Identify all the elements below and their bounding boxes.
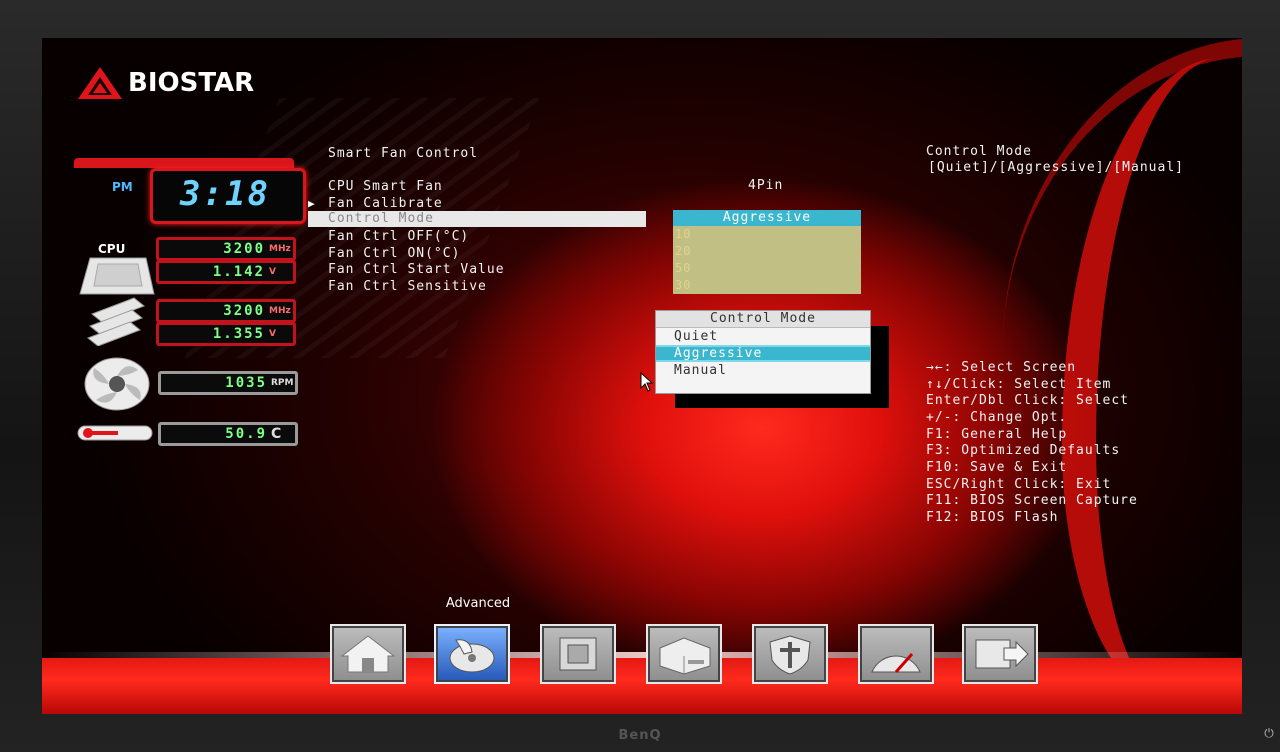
nav-chipset-button[interactable] xyxy=(540,624,616,684)
menu-item-fan-ctrl-off[interactable]: Fan Ctrl OFF(°C) xyxy=(328,229,469,244)
biostar-logo-icon xyxy=(78,67,122,99)
section-title: Smart Fan Control xyxy=(328,146,479,161)
active-nav-label: Advanced xyxy=(445,596,511,611)
help-key-esc: ESC/Right Click: Exit xyxy=(926,477,1112,492)
memory-voltage-unit: V xyxy=(269,329,276,339)
help-item-options: [Quiet]/[Aggressive]/[Manual] xyxy=(928,160,1184,175)
cpu-label: CPU xyxy=(98,242,126,256)
power-icon[interactable]: ⏻ xyxy=(1262,726,1276,740)
cpu-voltage-readout: 1.142 V xyxy=(156,260,296,284)
menu-item-label: Control Mode xyxy=(328,211,434,226)
save-exit-icon xyxy=(975,639,1029,669)
nav-advanced-button[interactable] xyxy=(434,624,510,684)
values-box: Aggressive 10 20 50 30 xyxy=(673,210,861,294)
memory-frequency-value: 3200 xyxy=(223,303,265,319)
cpu-voltage-value: 1.142 xyxy=(212,264,265,280)
boot-icon xyxy=(659,637,711,675)
cpu-chip-icon xyxy=(79,257,155,295)
help-key-f10: F10: Save & Exit xyxy=(926,460,1068,475)
submenu-arrow-icon: ▶ xyxy=(308,197,315,210)
help-key-f12: F12: BIOS Flash xyxy=(926,510,1059,525)
fan-ctrl-start-value-value[interactable]: 50 xyxy=(673,260,861,277)
temperature-readout: 50.9 C xyxy=(158,422,298,446)
logo-text: BIOSTAR xyxy=(128,68,255,98)
memory-frequency-readout: 3200 MHz xyxy=(156,299,296,323)
chipset-icon xyxy=(559,637,597,671)
bios-screen: BIOSTAR PM 3:18 CPU 3200 MHz 1.142 V 320… xyxy=(42,38,1242,714)
ampm-indicator: PM xyxy=(112,180,133,194)
memory-voltage-readout: 1.355 V xyxy=(156,322,296,346)
help-key-select-item: ↑↓/Click: Select Item xyxy=(926,377,1112,392)
advanced-icon xyxy=(449,639,495,673)
nav-security-button[interactable] xyxy=(752,624,828,684)
cpu-voltage-unit: V xyxy=(269,267,276,277)
popup-title: Control Mode xyxy=(656,311,870,328)
temperature-value: 50.9 xyxy=(225,426,267,442)
biostar-logo: BIOSTAR xyxy=(78,66,254,100)
monitor-brand: BenQ xyxy=(618,728,662,743)
security-icon xyxy=(769,635,811,675)
clock-time: 3:18 xyxy=(180,174,270,214)
cpu-frequency-unit: MHz xyxy=(269,244,291,254)
fan-speed-unit: RPM xyxy=(271,378,294,388)
nav-home-button[interactable] xyxy=(330,624,406,684)
memory-voltage-value: 1.355 xyxy=(212,326,265,342)
popup-option-quiet[interactable]: Quiet xyxy=(656,328,870,345)
help-key-f3: F3: Optimized Defaults xyxy=(926,443,1121,458)
control-mode-value[interactable]: Aggressive xyxy=(673,210,861,226)
help-key-f1: F1: General Help xyxy=(926,427,1068,442)
help-key-enter: Enter/Dbl Click: Select xyxy=(926,393,1130,408)
clock-frame-top xyxy=(74,158,294,168)
fan-ctrl-on-value[interactable]: 20 xyxy=(673,243,861,260)
help-key-f11: F11: BIOS Screen Capture xyxy=(926,493,1138,508)
nav-save-exit-button[interactable] xyxy=(962,624,1038,684)
mouse-cursor-icon xyxy=(640,372,654,392)
control-mode-popup: Control Mode Quiet Aggressive Manual xyxy=(655,310,871,394)
menu-item-fan-ctrl-sensitive[interactable]: Fan Ctrl Sensitive xyxy=(328,279,487,294)
cpu-smart-fan-label: CPU Smart Fan xyxy=(328,179,443,194)
memory-icon xyxy=(87,297,145,346)
help-item-title: Control Mode xyxy=(926,144,1032,159)
menu-item-fan-calibrate[interactable]: Fan Calibrate xyxy=(328,196,443,211)
popup-option-aggressive[interactable]: Aggressive xyxy=(656,345,870,362)
nav-o-n-e-button[interactable] xyxy=(858,624,934,684)
nav-boot-button[interactable] xyxy=(646,624,722,684)
cpu-frequency-value: 3200 xyxy=(223,241,265,257)
menu-item-fan-ctrl-on[interactable]: Fan Ctrl ON(°C) xyxy=(328,246,460,261)
temperature-unit: C xyxy=(271,426,282,442)
fan-speed-readout: 1035 RPM xyxy=(158,371,298,395)
nav-floor xyxy=(42,658,1242,714)
menu-item-fan-ctrl-start-value[interactable]: Fan Ctrl Start Value xyxy=(328,262,505,277)
help-key-change-opt: +/-: Change Opt. xyxy=(926,410,1068,425)
cpu-frequency-readout: 3200 MHz xyxy=(156,237,296,261)
thermometer-icon xyxy=(77,425,153,441)
help-key-select-screen: →←: Select Screen xyxy=(926,360,1077,375)
fan-icon xyxy=(84,357,150,411)
fan-type-value: 4Pin xyxy=(748,178,784,193)
home-icon xyxy=(340,635,396,673)
menu-item-control-mode[interactable]: Control Mode xyxy=(308,211,646,227)
o-n-e-icon xyxy=(871,653,921,673)
memory-frequency-unit: MHz xyxy=(269,306,291,316)
fan-speed-value: 1035 xyxy=(225,375,267,391)
fan-ctrl-off-value[interactable]: 10 xyxy=(673,226,861,243)
popup-option-manual[interactable]: Manual xyxy=(656,362,870,379)
fan-ctrl-sensitive-value[interactable]: 30 xyxy=(673,277,861,294)
